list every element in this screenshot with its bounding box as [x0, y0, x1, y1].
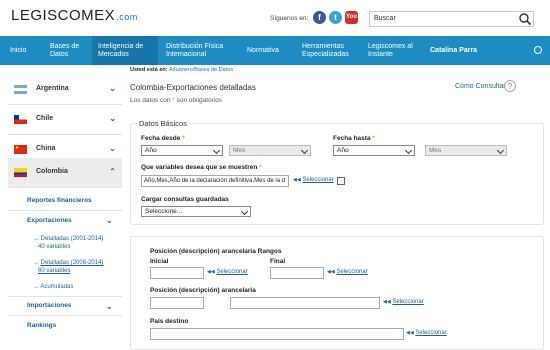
variables-label: Que variables desea que se muestren * — [141, 164, 262, 171]
divider — [8, 296, 122, 297]
inicial-label: Inicial — [150, 258, 169, 265]
sidebar-detalladas-2008[interactable]: → Detalladas (2008-2014) 60 variables — [33, 259, 103, 275]
pos-select-link[interactable]: ◀◀ Seleccionar — [383, 299, 424, 305]
variables-select-link[interactable]: ◀◀ Seleccionar — [293, 177, 334, 183]
help-icon[interactable]: ? — [504, 80, 516, 92]
search-icon[interactable] — [518, 12, 532, 26]
chile-flag-icon — [14, 115, 27, 124]
saved-queries-label: Cargar consultas guardadas — [141, 196, 229, 203]
logo[interactable]: LEGISCOMEX.com — [11, 7, 138, 24]
breadcrumb: Usted está en: Aduanero/Bases de Datos — [130, 67, 234, 73]
pais-select-link[interactable]: ◀◀ Seleccionar — [406, 330, 447, 336]
pais-label: País destino — [150, 318, 189, 325]
breadcrumb-path[interactable]: Aduanero/Bases de Datos — [169, 67, 233, 73]
chevron-down-icon: ⌄ — [109, 144, 116, 153]
fecha-desde-month-select[interactable]: Mes — [229, 145, 311, 156]
nav-bases-de-datos[interactable]: Bases de Datos — [50, 36, 90, 65]
chevron-down-icon: ⌄ — [109, 114, 116, 123]
argentina-flag-icon — [14, 85, 27, 94]
divider — [8, 210, 122, 211]
sidebar-detalladas-2001[interactable]: → Detalladas (2001-2014) 40 variables — [33, 235, 103, 251]
consult-help-link[interactable]: Cómo Consultar — [455, 83, 506, 90]
user-menu[interactable]: Catalina Parra — [430, 36, 490, 65]
inicial-select-link[interactable]: ◀◀ Seleccionar — [207, 269, 248, 275]
nav-al-instante[interactable]: Legiscomex al Instante — [368, 36, 416, 65]
nav-inicio[interactable]: Inicio — [10, 36, 40, 65]
colombia-flag-icon — [14, 168, 27, 177]
saved-queries-select[interactable]: Seleccione... — [141, 206, 251, 217]
sidebar-importaciones[interactable]: Importaciones — [27, 302, 71, 309]
inicial-input[interactable] — [150, 267, 204, 279]
page-title: Colombia-Exportaciones detalladas — [130, 83, 256, 92]
fecha-hasta-month-select[interactable]: Mes — [425, 145, 507, 156]
required-note: Los datos con * son obligatorios — [130, 97, 223, 104]
chevron-down-icon: ⌄ — [109, 84, 116, 93]
country-colombia[interactable]: Colombia ⌃ — [8, 158, 122, 188]
nav-normativa[interactable]: Normativa — [247, 36, 289, 65]
variables-checkbox[interactable] — [337, 177, 345, 185]
nav-distribucion[interactable]: Distribución Física Internacional — [166, 36, 238, 65]
pos-desc-input[interactable] — [230, 297, 380, 309]
fecha-desde-label: Fecha desde * — [141, 135, 185, 142]
sidebar-rankings[interactable]: Rankings — [27, 322, 56, 329]
pos-label: Posición (descripción) arancelaria — [150, 287, 256, 294]
follow-label: Síguenos en: — [270, 15, 309, 22]
final-label: Final — [270, 258, 286, 265]
fecha-desde-year-select[interactable]: Año — [141, 145, 223, 156]
divider — [8, 315, 122, 316]
youtube-icon[interactable]: You — [345, 11, 358, 24]
chevron-up-icon: ⌃ — [109, 167, 116, 176]
search-input[interactable]: Buscar — [369, 11, 534, 27]
variables-input[interactable]: Año,Mes,Año de la declaración definitiva… — [141, 175, 289, 187]
top-bar: LEGISCOMEX.com Síguenos en: f t You Busc… — [0, 0, 550, 36]
pos-range-label: Posición (descripción) arancelaria Rango… — [150, 248, 282, 255]
sidebar-exportaciones[interactable]: Exportaciones — [27, 217, 72, 224]
nav-herramientas[interactable]: Herramientas Especializadas — [302, 36, 360, 65]
country-chile[interactable]: Chile ⌄ — [8, 105, 122, 135]
pais-input[interactable] — [150, 328, 404, 340]
user-chevron-icon[interactable] — [534, 46, 542, 54]
basic-data-legend: Datos Básicos — [137, 119, 189, 128]
country-argentina[interactable]: Argentina ⌄ — [8, 75, 122, 105]
final-input[interactable] — [270, 267, 324, 279]
twitter-icon[interactable]: t — [329, 11, 342, 24]
main-nav: Inicio Bases de Datos Inteligencia de Me… — [0, 36, 550, 65]
sidebar-acumuladas[interactable]: → Acumuladas — [33, 283, 73, 291]
final-select-link[interactable]: ◀◀ Seleccionar — [327, 269, 368, 275]
nav-inteligencia[interactable]: Inteligencia de Mercados — [92, 36, 158, 65]
pos-code-input[interactable] — [150, 297, 204, 309]
fecha-hasta-year-select[interactable]: Año — [333, 145, 415, 156]
facebook-icon[interactable]: f — [313, 11, 326, 24]
china-flag-icon — [14, 145, 27, 154]
sidebar-reportes[interactable]: Reportes financieros — [27, 197, 92, 204]
fecha-hasta-label: Fecha hasta * — [333, 135, 375, 142]
